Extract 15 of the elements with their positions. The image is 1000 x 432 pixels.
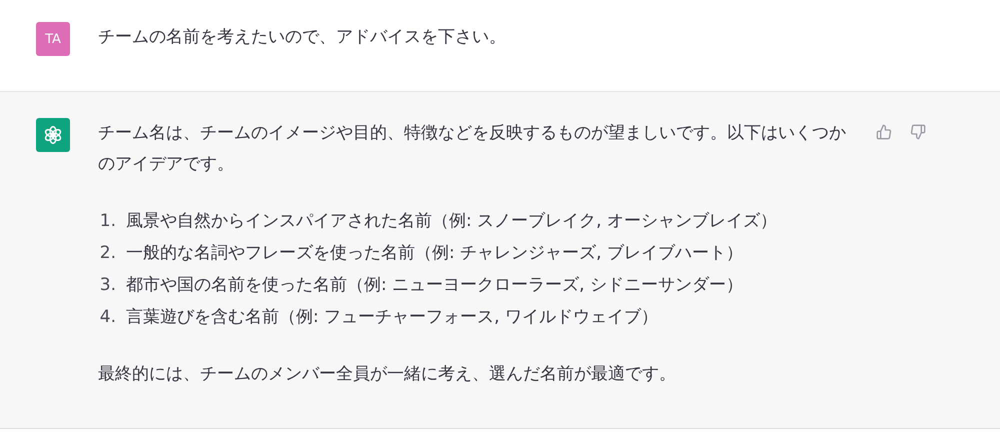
list-number: 1. bbox=[98, 210, 116, 233]
list-item-text: 都市や国の名前を使った名前（例: ニューヨークローラーズ, シドニーサンダー） bbox=[126, 274, 743, 297]
user-avatar: TA bbox=[36, 22, 70, 56]
list-number: 2. bbox=[98, 242, 116, 265]
thumbs-down-button[interactable] bbox=[908, 122, 928, 142]
list-item-text: 言葉遊びを含む名前（例: フューチャーフォース, ワイルドウェイブ） bbox=[126, 306, 658, 329]
list-number: 3. bbox=[98, 274, 116, 297]
thumbs-up-button[interactable] bbox=[874, 122, 894, 142]
message-text: 最終的には、チームのメンバー全員が一緒に考え、選んだ名前が最適です。 bbox=[98, 363, 677, 386]
assistant-logo-icon bbox=[36, 118, 70, 152]
list-item-text: 一般的な名詞やフレーズを使った名前（例: チャレンジャーズ, ブレイブハート） bbox=[126, 242, 743, 265]
message-text: チーム名は、チームのイメージや目的、特徴などを反映するものが望ましいです。以下はいくつかのアイデアです。 bbox=[98, 122, 846, 176]
list-item-text: 風景や自然からインスパイアされた名前（例: スノーブレイク, オーシャンブレイズ） bbox=[126, 210, 777, 233]
message-text: チームの名前を考えたいので、アドバイスを下さい。 bbox=[98, 26, 507, 49]
list-number: 4. bbox=[98, 306, 116, 329]
